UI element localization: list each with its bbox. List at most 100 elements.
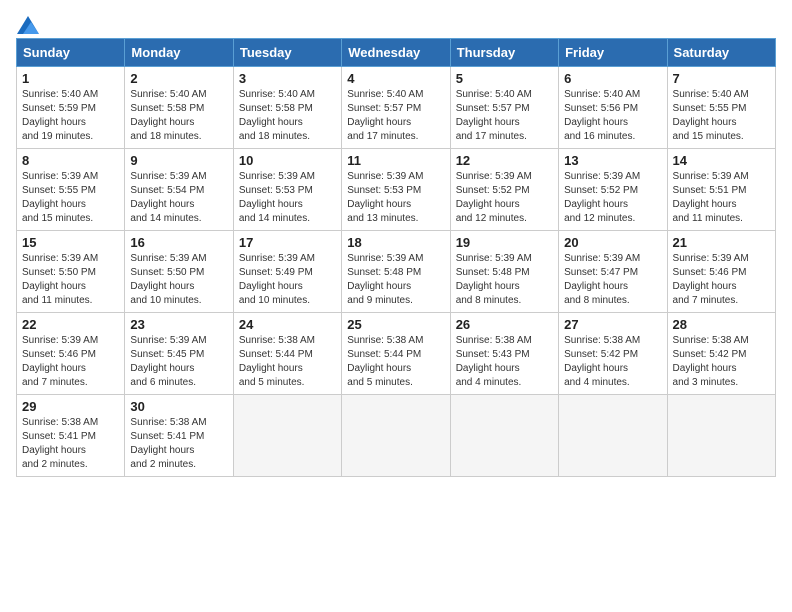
table-row: 5 Sunrise: 5:40 AM Sunset: 5:57 PM Dayli… bbox=[450, 67, 558, 149]
cell-content: Sunrise: 5:38 AM Sunset: 5:42 PM Dayligh… bbox=[564, 334, 661, 390]
cell-content: Sunrise: 5:39 AM Sunset: 5:47 PM Dayligh… bbox=[564, 252, 661, 308]
table-row: 12 Sunrise: 5:39 AM Sunset: 5:52 PM Dayl… bbox=[450, 149, 558, 231]
col-wednesday: Wednesday bbox=[342, 39, 450, 67]
table-row: 19 Sunrise: 5:39 AM Sunset: 5:48 PM Dayl… bbox=[450, 231, 558, 313]
calendar-week-row: 22 Sunrise: 5:39 AM Sunset: 5:46 PM Dayl… bbox=[17, 313, 776, 395]
col-friday: Friday bbox=[559, 39, 667, 67]
table-row: 2 Sunrise: 5:40 AM Sunset: 5:58 PM Dayli… bbox=[125, 67, 233, 149]
table-row: 7 Sunrise: 5:40 AM Sunset: 5:55 PM Dayli… bbox=[667, 67, 775, 149]
table-row: 20 Sunrise: 5:39 AM Sunset: 5:47 PM Dayl… bbox=[559, 231, 667, 313]
table-row: 18 Sunrise: 5:39 AM Sunset: 5:48 PM Dayl… bbox=[342, 231, 450, 313]
table-row bbox=[342, 395, 450, 477]
day-number: 20 bbox=[564, 235, 661, 250]
calendar-week-row: 29 Sunrise: 5:38 AM Sunset: 5:41 PM Dayl… bbox=[17, 395, 776, 477]
day-number: 14 bbox=[673, 153, 770, 168]
cell-content: Sunrise: 5:38 AM Sunset: 5:41 PM Dayligh… bbox=[130, 416, 227, 472]
cell-content: Sunrise: 5:40 AM Sunset: 5:58 PM Dayligh… bbox=[130, 88, 227, 144]
table-row: 4 Sunrise: 5:40 AM Sunset: 5:57 PM Dayli… bbox=[342, 67, 450, 149]
day-number: 18 bbox=[347, 235, 444, 250]
calendar-week-row: 8 Sunrise: 5:39 AM Sunset: 5:55 PM Dayli… bbox=[17, 149, 776, 231]
cell-content: Sunrise: 5:39 AM Sunset: 5:45 PM Dayligh… bbox=[130, 334, 227, 390]
cell-content: Sunrise: 5:39 AM Sunset: 5:46 PM Dayligh… bbox=[22, 334, 119, 390]
cell-content: Sunrise: 5:39 AM Sunset: 5:48 PM Dayligh… bbox=[456, 252, 553, 308]
cell-content: Sunrise: 5:39 AM Sunset: 5:51 PM Dayligh… bbox=[673, 170, 770, 226]
day-number: 24 bbox=[239, 317, 336, 332]
table-row: 23 Sunrise: 5:39 AM Sunset: 5:45 PM Dayl… bbox=[125, 313, 233, 395]
day-number: 13 bbox=[564, 153, 661, 168]
logo-icon bbox=[17, 16, 39, 34]
day-number: 26 bbox=[456, 317, 553, 332]
day-number: 22 bbox=[22, 317, 119, 332]
cell-content: Sunrise: 5:39 AM Sunset: 5:50 PM Dayligh… bbox=[22, 252, 119, 308]
calendar-header-row: Sunday Monday Tuesday Wednesday Thursday… bbox=[17, 39, 776, 67]
table-row: 13 Sunrise: 5:39 AM Sunset: 5:52 PM Dayl… bbox=[559, 149, 667, 231]
day-number: 4 bbox=[347, 71, 444, 86]
day-number: 16 bbox=[130, 235, 227, 250]
day-number: 23 bbox=[130, 317, 227, 332]
table-row: 14 Sunrise: 5:39 AM Sunset: 5:51 PM Dayl… bbox=[667, 149, 775, 231]
cell-content: Sunrise: 5:40 AM Sunset: 5:57 PM Dayligh… bbox=[456, 88, 553, 144]
day-number: 19 bbox=[456, 235, 553, 250]
cell-content: Sunrise: 5:40 AM Sunset: 5:59 PM Dayligh… bbox=[22, 88, 119, 144]
cell-content: Sunrise: 5:40 AM Sunset: 5:55 PM Dayligh… bbox=[673, 88, 770, 144]
day-number: 25 bbox=[347, 317, 444, 332]
cell-content: Sunrise: 5:39 AM Sunset: 5:49 PM Dayligh… bbox=[239, 252, 336, 308]
day-number: 10 bbox=[239, 153, 336, 168]
table-row: 29 Sunrise: 5:38 AM Sunset: 5:41 PM Dayl… bbox=[17, 395, 125, 477]
cell-content: Sunrise: 5:38 AM Sunset: 5:41 PM Dayligh… bbox=[22, 416, 119, 472]
day-number: 29 bbox=[22, 399, 119, 414]
table-row: 11 Sunrise: 5:39 AM Sunset: 5:53 PM Dayl… bbox=[342, 149, 450, 231]
page-header bbox=[16, 16, 776, 30]
table-row: 16 Sunrise: 5:39 AM Sunset: 5:50 PM Dayl… bbox=[125, 231, 233, 313]
table-row: 17 Sunrise: 5:39 AM Sunset: 5:49 PM Dayl… bbox=[233, 231, 341, 313]
table-row: 24 Sunrise: 5:38 AM Sunset: 5:44 PM Dayl… bbox=[233, 313, 341, 395]
table-row bbox=[559, 395, 667, 477]
table-row: 26 Sunrise: 5:38 AM Sunset: 5:43 PM Dayl… bbox=[450, 313, 558, 395]
day-number: 7 bbox=[673, 71, 770, 86]
day-number: 27 bbox=[564, 317, 661, 332]
col-saturday: Saturday bbox=[667, 39, 775, 67]
cell-content: Sunrise: 5:39 AM Sunset: 5:52 PM Dayligh… bbox=[456, 170, 553, 226]
table-row: 3 Sunrise: 5:40 AM Sunset: 5:58 PM Dayli… bbox=[233, 67, 341, 149]
table-row: 8 Sunrise: 5:39 AM Sunset: 5:55 PM Dayli… bbox=[17, 149, 125, 231]
table-row bbox=[667, 395, 775, 477]
cell-content: Sunrise: 5:38 AM Sunset: 5:43 PM Dayligh… bbox=[456, 334, 553, 390]
day-number: 5 bbox=[456, 71, 553, 86]
day-number: 30 bbox=[130, 399, 227, 414]
col-sunday: Sunday bbox=[17, 39, 125, 67]
table-row: 1 Sunrise: 5:40 AM Sunset: 5:59 PM Dayli… bbox=[17, 67, 125, 149]
logo bbox=[16, 16, 40, 30]
cell-content: Sunrise: 5:38 AM Sunset: 5:44 PM Dayligh… bbox=[347, 334, 444, 390]
table-row: 28 Sunrise: 5:38 AM Sunset: 5:42 PM Dayl… bbox=[667, 313, 775, 395]
table-row: 30 Sunrise: 5:38 AM Sunset: 5:41 PM Dayl… bbox=[125, 395, 233, 477]
table-row: 6 Sunrise: 5:40 AM Sunset: 5:56 PM Dayli… bbox=[559, 67, 667, 149]
table-row: 21 Sunrise: 5:39 AM Sunset: 5:46 PM Dayl… bbox=[667, 231, 775, 313]
table-row: 22 Sunrise: 5:39 AM Sunset: 5:46 PM Dayl… bbox=[17, 313, 125, 395]
table-row bbox=[450, 395, 558, 477]
cell-content: Sunrise: 5:39 AM Sunset: 5:55 PM Dayligh… bbox=[22, 170, 119, 226]
calendar-week-row: 15 Sunrise: 5:39 AM Sunset: 5:50 PM Dayl… bbox=[17, 231, 776, 313]
day-number: 11 bbox=[347, 153, 444, 168]
day-number: 28 bbox=[673, 317, 770, 332]
cell-content: Sunrise: 5:39 AM Sunset: 5:53 PM Dayligh… bbox=[347, 170, 444, 226]
col-monday: Monday bbox=[125, 39, 233, 67]
cell-content: Sunrise: 5:39 AM Sunset: 5:54 PM Dayligh… bbox=[130, 170, 227, 226]
day-number: 8 bbox=[22, 153, 119, 168]
cell-content: Sunrise: 5:39 AM Sunset: 5:52 PM Dayligh… bbox=[564, 170, 661, 226]
day-number: 3 bbox=[239, 71, 336, 86]
table-row bbox=[233, 395, 341, 477]
cell-content: Sunrise: 5:39 AM Sunset: 5:53 PM Dayligh… bbox=[239, 170, 336, 226]
cell-content: Sunrise: 5:39 AM Sunset: 5:46 PM Dayligh… bbox=[673, 252, 770, 308]
day-number: 21 bbox=[673, 235, 770, 250]
calendar-table: Sunday Monday Tuesday Wednesday Thursday… bbox=[16, 38, 776, 477]
col-thursday: Thursday bbox=[450, 39, 558, 67]
col-tuesday: Tuesday bbox=[233, 39, 341, 67]
cell-content: Sunrise: 5:40 AM Sunset: 5:58 PM Dayligh… bbox=[239, 88, 336, 144]
table-row: 9 Sunrise: 5:39 AM Sunset: 5:54 PM Dayli… bbox=[125, 149, 233, 231]
day-number: 2 bbox=[130, 71, 227, 86]
day-number: 17 bbox=[239, 235, 336, 250]
cell-content: Sunrise: 5:40 AM Sunset: 5:56 PM Dayligh… bbox=[564, 88, 661, 144]
day-number: 9 bbox=[130, 153, 227, 168]
table-row: 15 Sunrise: 5:39 AM Sunset: 5:50 PM Dayl… bbox=[17, 231, 125, 313]
table-row: 25 Sunrise: 5:38 AM Sunset: 5:44 PM Dayl… bbox=[342, 313, 450, 395]
